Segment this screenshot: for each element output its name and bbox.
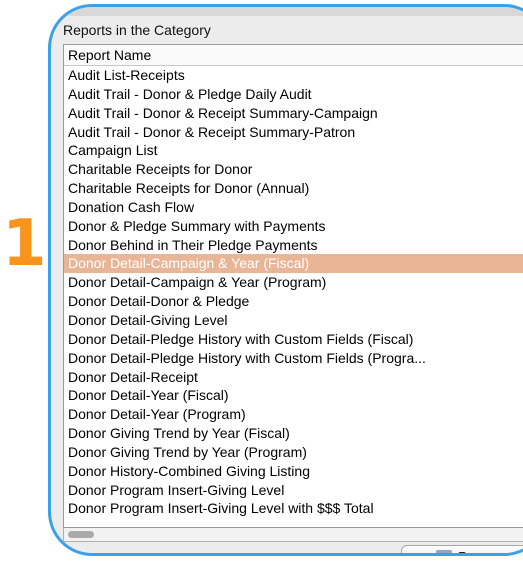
horizontal-scrollbar[interactable] <box>63 528 523 542</box>
report-row[interactable]: Donor Program Insert-Giving Level with $… <box>64 499 523 518</box>
report-row[interactable]: Charitable Receipts for Donor <box>64 160 523 179</box>
report-row[interactable]: Donor Detail-Campaign & Year (Program) <box>64 273 523 292</box>
report-row[interactable]: Donor Program Insert-Giving Level <box>64 481 523 500</box>
report-row[interactable]: Donor Behind in Their Pledge Payments <box>64 236 523 255</box>
scrollbar-thumb[interactable] <box>68 531 94 538</box>
run-report-button[interactable]: R <box>401 545 523 553</box>
report-row[interactable]: Donor Detail-Year (Program) <box>64 405 523 424</box>
report-row[interactable]: Donor Detail-Pledge History with Custom … <box>64 330 523 349</box>
report-row[interactable]: Audit List-Receipts <box>64 66 523 85</box>
report-row[interactable]: Donor Detail-Donor & Pledge <box>64 292 523 311</box>
callout-frame: Reports in the Category Report Name Audi… <box>48 4 523 556</box>
report-row[interactable]: Donor Detail-Giving Level <box>64 311 523 330</box>
step-number: 1 <box>2 207 47 281</box>
report-row[interactable]: Donor History-Combined Giving Listing <box>64 462 523 481</box>
reports-window: Reports in the Category Report Name Audi… <box>51 7 523 553</box>
report-row[interactable]: Audit Trail - Donor & Receipt Summary-Ca… <box>64 104 523 123</box>
report-row[interactable]: Donor Detail-Pledge History with Custom … <box>64 349 523 368</box>
report-row[interactable]: Donation Cash Flow <box>64 198 523 217</box>
reports-list[interactable]: Report Name Audit List-Receipts Audit Tra… <box>63 44 523 528</box>
report-icon <box>436 550 452 553</box>
title-strip <box>51 7 523 16</box>
report-row[interactable]: Donor Detail-Year (Fiscal) <box>64 386 523 405</box>
report-row[interactable]: Audit Trail - Donor & Pledge Daily Audit <box>64 85 523 104</box>
panel-title: Reports in the Category <box>63 22 211 38</box>
report-row[interactable]: Charitable Receipts for Donor (Annual) <box>64 179 523 198</box>
report-row[interactable]: Donor Detail-Receipt <box>64 368 523 387</box>
report-row[interactable]: Donor & Pledge Summary with Payments <box>64 217 523 236</box>
report-row[interactable]: Donor Giving Trend by Year (Fiscal) <box>64 424 523 443</box>
report-row[interactable]: Donor Giving Trend by Year (Program) <box>64 443 523 462</box>
report-row[interactable]: Campaign List <box>64 141 523 160</box>
report-row[interactable]: Donor Detail-Campaign & Year (Fiscal) <box>64 254 523 274</box>
report-rows: Audit List-Receipts Audit Trail - Donor &… <box>64 66 523 518</box>
column-header-report-name[interactable]: Report Name <box>64 45 523 66</box>
tutorial-screenshot: 1 Reports in the Category Report Name Au… <box>0 0 523 561</box>
run-report-button-label: R <box>458 549 467 553</box>
report-row[interactable]: Audit Trail - Donor & Receipt Summary-Pa… <box>64 123 523 142</box>
